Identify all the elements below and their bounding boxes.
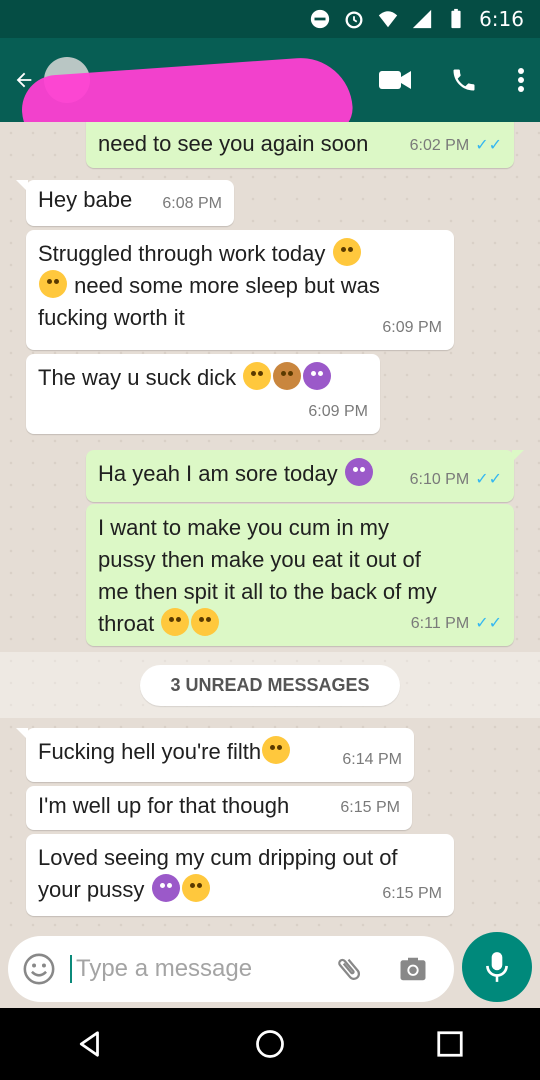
message-time: 6:09 PM — [382, 319, 442, 336]
message-incoming[interactable]: Loved seeing my cum dripping out of your… — [26, 834, 454, 916]
composer — [0, 932, 540, 1008]
message-text: I'm well up for that though — [38, 793, 290, 818]
alarm-icon — [345, 11, 363, 29]
more-vert-icon[interactable] — [516, 66, 526, 94]
laughing-emoji-icon — [39, 270, 67, 298]
unread-banner: 3 UNREAD MESSAGES — [0, 652, 540, 718]
read-ticks-icon: ✓✓ — [475, 615, 502, 632]
signal-icon — [412, 9, 432, 29]
message-time: 6:02 PM — [409, 137, 470, 154]
message-text: Struggled through work today — [38, 241, 326, 266]
status-bar: 6:16 — [0, 0, 540, 38]
phone-icon[interactable] — [450, 66, 478, 94]
message-incoming[interactable]: I'm well up for that though 6:15 PM — [26, 786, 412, 830]
smiling-devil-emoji-icon — [344, 458, 373, 486]
attach-icon[interactable] — [334, 954, 364, 984]
message-text: your pussy — [38, 877, 145, 902]
message-text: The way u suck dick — [38, 365, 237, 390]
message-incoming[interactable]: The way u suck dick 6:09 PM — [26, 354, 380, 434]
drooling-emoji-icon — [161, 608, 190, 636]
emoji-icon[interactable] — [22, 952, 56, 986]
laughing-emoji-icon — [332, 238, 361, 266]
chat-header — [0, 38, 540, 156]
message-incoming[interactable]: Hey babe 6:08 PM — [16, 180, 234, 226]
system-nav-bar — [0, 1008, 540, 1080]
composer-box[interactable] — [8, 936, 454, 1002]
message-text: throat — [98, 611, 155, 636]
message-text: Hey babe — [38, 187, 133, 212]
message-time: 6:10 PM — [409, 471, 470, 488]
nav-home-icon[interactable] — [255, 1029, 285, 1059]
message-text: pussy then make you eat it out of — [98, 547, 421, 572]
unread-label: 3 UNREAD MESSAGES — [140, 664, 400, 706]
status-time: 6:16 — [479, 7, 524, 31]
smirk-emoji-icon — [181, 874, 210, 902]
message-list[interactable]: need to see you again soon 6:02 PM ✓✓ Hey… — [0, 122, 540, 932]
see-no-evil-emoji-icon — [273, 362, 302, 390]
message-time: 6:14 PM — [342, 751, 402, 768]
video-call-icon[interactable] — [378, 66, 412, 94]
message-time: 6:15 PM — [382, 885, 442, 902]
smiling-devil-emoji-icon — [303, 362, 332, 390]
message-text: Fucking hell you're filth — [38, 739, 262, 764]
message-text: need some more sleep but was — [74, 273, 380, 298]
message-text: Ha yeah I am sore today — [98, 461, 338, 486]
smiling-devil-emoji-icon — [151, 874, 180, 902]
mic-button[interactable] — [462, 932, 532, 1002]
message-time: 6:09 PM — [308, 403, 368, 420]
message-incoming[interactable]: Struggled through work today need some m… — [26, 230, 454, 350]
dnd-icon — [310, 9, 330, 29]
battery-icon — [451, 8, 461, 29]
nav-recents-icon[interactable] — [435, 1029, 465, 1059]
mic-icon — [486, 952, 508, 982]
message-time: 6:11 PM — [410, 615, 470, 632]
message-outgoing[interactable]: I want to make you cum in my pussy then … — [86, 504, 514, 646]
camera-icon[interactable] — [398, 954, 428, 984]
message-time: 6:08 PM — [162, 195, 222, 212]
heart-eyes-emoji-icon — [243, 362, 272, 390]
nav-back-icon[interactable] — [75, 1029, 105, 1059]
message-incoming[interactable]: Fucking hell you're filth 6:14 PM — [16, 728, 414, 782]
message-input[interactable] — [70, 955, 320, 983]
message-outgoing[interactable]: need to see you again soon 6:02 PM ✓✓ — [86, 122, 514, 168]
wifi-icon — [378, 11, 398, 28]
laughing-emoji-icon — [262, 736, 291, 764]
relieved-emoji-icon — [191, 608, 220, 636]
read-ticks-icon: ✓✓ — [475, 471, 502, 488]
message-time: 6:15 PM — [340, 799, 400, 816]
message-text: fucking worth it — [38, 305, 185, 330]
message-text: Loved seeing my cum dripping out of — [38, 845, 398, 870]
message-text: me then spit it all to the back of my — [98, 579, 437, 604]
message-outgoing[interactable]: Ha yeah I am sore today 6:10 PM ✓✓ — [86, 450, 524, 502]
read-ticks-icon: ✓✓ — [475, 137, 502, 154]
message-text: I want to make you cum in my — [98, 515, 389, 540]
